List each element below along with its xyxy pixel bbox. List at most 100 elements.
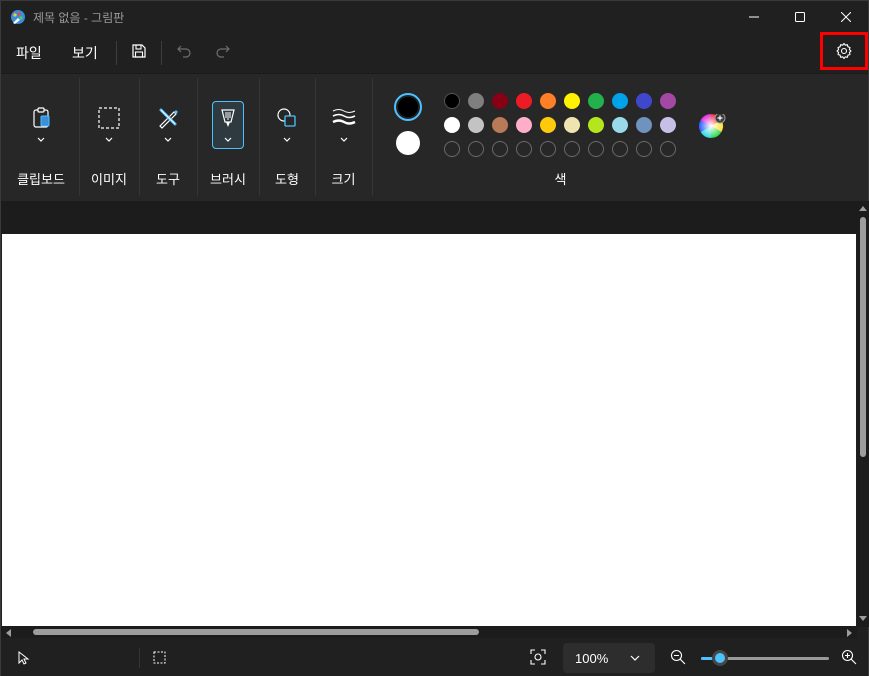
zoom-slider-thumb[interactable] bbox=[712, 650, 729, 666]
zoom-out-icon bbox=[670, 649, 686, 665]
color-swatch[interactable] bbox=[612, 93, 628, 109]
color-swatch[interactable] bbox=[660, 93, 676, 109]
undo-button[interactable] bbox=[170, 37, 198, 65]
maximize-button[interactable] bbox=[777, 1, 823, 33]
file-menu[interactable]: 파일 bbox=[16, 43, 42, 63]
color-swatch[interactable] bbox=[540, 117, 556, 133]
horizontal-scrollbar[interactable] bbox=[1, 626, 857, 638]
image-select-icon bbox=[95, 104, 123, 132]
paint-window: 제목 없음 - 그림판 파일 보기 클립보드 이미지 도구 브러시 도형 크기 … bbox=[0, 0, 869, 676]
zoom-value: 100% bbox=[575, 651, 609, 666]
color2-selector[interactable] bbox=[396, 131, 420, 155]
custom-color-slot[interactable] bbox=[636, 141, 652, 157]
image-label: 이미지 bbox=[91, 172, 127, 187]
settings-highlight-box bbox=[820, 32, 868, 70]
color-swatch[interactable] bbox=[564, 117, 580, 133]
vertical-scroll-thumb[interactable] bbox=[860, 217, 866, 457]
menu-divider bbox=[116, 41, 117, 65]
chevron-down-icon bbox=[283, 137, 291, 142]
selection-size-icon bbox=[153, 651, 166, 664]
color1-swatch bbox=[398, 97, 418, 117]
shapes-icon bbox=[273, 104, 301, 132]
title-bar: 제목 없음 - 그림판 bbox=[1, 1, 868, 33]
drawing-canvas[interactable] bbox=[2, 234, 856, 626]
tools-label: 도구 bbox=[156, 172, 180, 187]
status-bar: 100% bbox=[1, 638, 868, 676]
custom-color-slot[interactable] bbox=[444, 141, 460, 157]
tools-icon bbox=[154, 104, 182, 132]
color-wheel-icon bbox=[698, 112, 726, 138]
chevron-down-icon bbox=[164, 137, 172, 142]
custom-color-slot[interactable] bbox=[612, 141, 628, 157]
clipboard-group[interactable]: 클립보드 bbox=[4, 74, 78, 198]
color-swatch[interactable] bbox=[516, 117, 532, 133]
menu-divider bbox=[161, 41, 162, 65]
window-title: 제목 없음 - 그림판 bbox=[33, 11, 125, 25]
close-button[interactable] bbox=[823, 1, 869, 33]
brush-icon bbox=[221, 109, 235, 127]
color-swatch[interactable] bbox=[444, 93, 460, 109]
edit-colors-button[interactable] bbox=[698, 112, 727, 142]
color-swatch[interactable] bbox=[612, 117, 628, 133]
save-button[interactable] bbox=[125, 37, 153, 65]
brush-label: 브러시 bbox=[210, 172, 246, 187]
color-swatch[interactable] bbox=[468, 117, 484, 133]
size-group[interactable]: 크기 bbox=[316, 74, 371, 198]
undo-icon bbox=[177, 45, 191, 58]
color-swatch[interactable] bbox=[492, 117, 508, 133]
color-swatch[interactable] bbox=[444, 117, 460, 133]
brush-group[interactable]: 브러시 bbox=[198, 74, 258, 198]
minimize-button[interactable] bbox=[731, 1, 777, 33]
custom-color-slot[interactable] bbox=[516, 141, 532, 157]
tools-group[interactable]: 도구 bbox=[140, 74, 196, 198]
color-swatch[interactable] bbox=[516, 93, 532, 109]
shapes-group[interactable]: 도형 bbox=[260, 74, 314, 198]
custom-color-slot[interactable] bbox=[540, 141, 556, 157]
size-label: 크기 bbox=[331, 172, 356, 187]
color-swatch[interactable] bbox=[540, 93, 556, 109]
color-swatch[interactable] bbox=[588, 117, 604, 133]
color-swatch[interactable] bbox=[564, 93, 580, 109]
color-swatch[interactable] bbox=[636, 117, 652, 133]
zoom-in-icon bbox=[841, 649, 857, 665]
color-swatch[interactable] bbox=[588, 93, 604, 109]
clipboard-label: 클립보드 bbox=[17, 172, 65, 187]
custom-color-slot[interactable] bbox=[468, 141, 484, 157]
custom-color-slot[interactable] bbox=[660, 141, 676, 157]
zoom-dropdown[interactable]: 100% bbox=[563, 643, 655, 673]
zoom-out-button[interactable] bbox=[670, 649, 688, 667]
colors-group: 색 bbox=[373, 74, 748, 198]
image-group[interactable]: 이미지 bbox=[80, 74, 138, 198]
fit-to-window-button[interactable] bbox=[529, 648, 549, 668]
color1-selector[interactable] bbox=[394, 93, 422, 121]
color-swatch[interactable] bbox=[636, 93, 652, 109]
paint-app-icon bbox=[10, 9, 26, 25]
redo-button[interactable] bbox=[209, 37, 237, 65]
redo-icon bbox=[216, 45, 230, 58]
scroll-left-icon bbox=[6, 629, 11, 637]
scroll-right-icon bbox=[847, 629, 852, 637]
custom-color-slot[interactable] bbox=[564, 141, 580, 157]
vertical-scrollbar[interactable] bbox=[857, 201, 869, 627]
ribbon-toolbar: 클립보드 이미지 도구 브러시 도형 크기 색 bbox=[1, 73, 868, 201]
scroll-up-icon bbox=[859, 206, 867, 211]
chevron-down-icon bbox=[224, 137, 232, 142]
chevron-down-icon bbox=[630, 655, 640, 661]
colors-label: 색 bbox=[554, 172, 567, 187]
custom-color-slot[interactable] bbox=[588, 141, 604, 157]
cursor-position-icon bbox=[18, 651, 30, 665]
chevron-down-icon bbox=[340, 137, 347, 142]
fit-screen-icon bbox=[530, 649, 546, 665]
custom-color-slot[interactable] bbox=[492, 141, 508, 157]
color-swatch[interactable] bbox=[492, 93, 508, 109]
color-swatch[interactable] bbox=[468, 93, 484, 109]
brush-button[interactable] bbox=[212, 101, 244, 149]
view-menu[interactable]: 보기 bbox=[72, 43, 98, 63]
zoom-in-button[interactable] bbox=[841, 649, 859, 667]
clipboard-icon bbox=[27, 104, 55, 132]
chevron-down-icon bbox=[37, 137, 45, 142]
menu-bar: 파일 보기 bbox=[1, 33, 868, 73]
save-icon bbox=[132, 44, 146, 58]
horizontal-scroll-thumb[interactable] bbox=[33, 629, 479, 635]
color-swatch[interactable] bbox=[660, 117, 676, 133]
